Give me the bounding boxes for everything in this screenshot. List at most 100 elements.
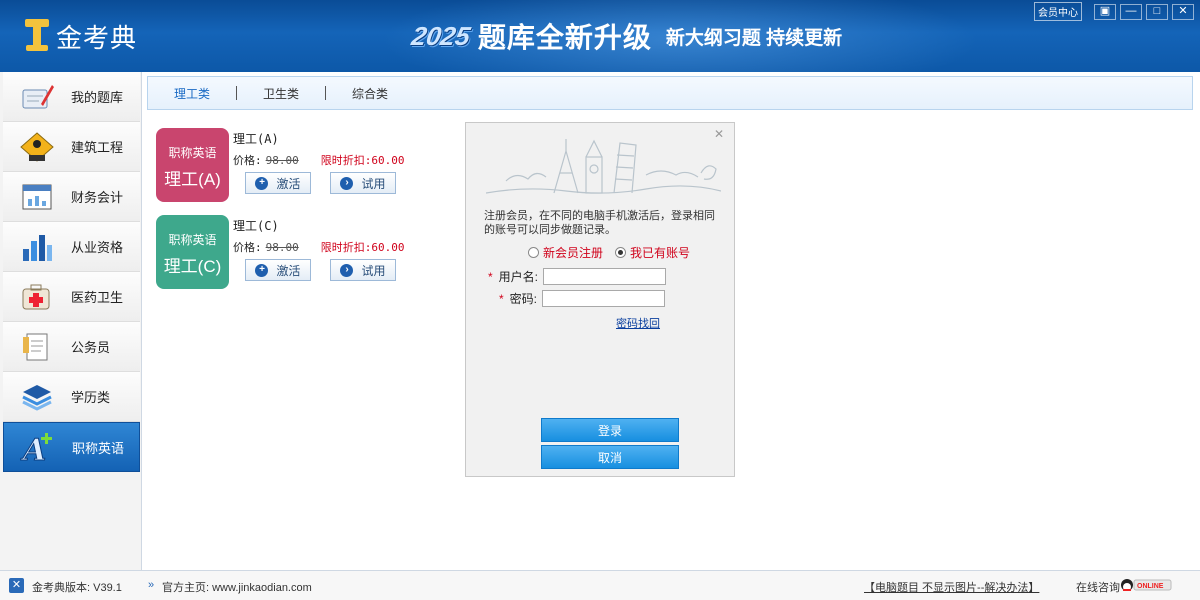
image-help-link[interactable]: 【电脑题目 不显示图片--解决办法】: [864, 579, 1039, 595]
sidebar-item-label: 建筑工程: [71, 140, 124, 155]
radio-existing-account[interactable]: [615, 247, 627, 258]
online-badge-text: ONLINE: [1137, 583, 1164, 590]
badge-line2: 理工(A): [164, 170, 221, 189]
username-label: 用户名:: [498, 270, 539, 284]
slogan-sub: 新大纲习题 持续更新: [665, 27, 843, 49]
calendar-chart-icon: [17, 180, 57, 214]
tab-science-engineering[interactable]: 理工类: [148, 85, 236, 102]
sidebar-item-medical[interactable]: 医药卫生: [3, 272, 140, 322]
bar-chart-icon: [17, 230, 57, 264]
sidebar-item-my-bank[interactable]: 我的题库: [3, 72, 140, 122]
trial-button[interactable]: › 试用: [330, 259, 396, 281]
window-controls: 会员中心 ▣ — □ ✕: [1034, 2, 1194, 21]
badge-line2: 理工(C): [163, 257, 222, 276]
status-bar: ✕ 金考典版本: V39.1 » 官方主页: www.jinkaodian.co…: [0, 570, 1200, 600]
member-center-button[interactable]: 会员中心: [1034, 2, 1082, 21]
slogan-main: 题库全新升级: [477, 22, 652, 53]
sidebar-item-label: 我的题库: [71, 90, 124, 105]
double-chevron-icon: »: [148, 579, 155, 591]
settings-icon[interactable]: ▣: [1094, 3, 1116, 20]
sidebar-item-label: 学历类: [71, 390, 111, 405]
sidebar-item-label: 医药卫生: [71, 290, 124, 305]
letter-a-icon: A: [18, 430, 58, 464]
forgot-password-link[interactable]: 密码找回: [616, 315, 660, 331]
sidebar-item-accounting[interactable]: 财务会计: [3, 172, 140, 222]
construction-sign-icon: [17, 130, 57, 164]
login-dialog: ✕ 注册会员，在不同的电脑手机激活后，登录相同的账号可以同步做题记录。 新会员注…: [465, 122, 735, 477]
landmarks-illustration-icon: [486, 139, 721, 194]
price-old: 98.00: [265, 241, 299, 254]
app-small-icon: ✕: [9, 578, 24, 593]
required-marker: *: [488, 269, 493, 284]
layers-icon: [17, 380, 57, 414]
online-consult-label[interactable]: 在线咨询: [1076, 579, 1120, 595]
sidebar-item-label: 从业资格: [71, 240, 124, 255]
minimize-icon[interactable]: —: [1120, 3, 1142, 20]
discount-label: 限时折扣:: [320, 241, 372, 254]
sidebar-item-qualification[interactable]: 从业资格: [3, 222, 140, 272]
logo-icon: [22, 18, 52, 55]
badge-line1: 职称英语: [168, 146, 217, 160]
cancel-button[interactable]: 取消: [541, 445, 679, 469]
trial-button[interactable]: › 试用: [330, 172, 396, 194]
maximize-icon[interactable]: □: [1146, 3, 1168, 20]
required-marker: *: [499, 291, 504, 306]
qq-online-icon[interactable]: ONLINE: [1120, 578, 1172, 592]
radio-new-member[interactable]: [528, 247, 539, 258]
username-input[interactable]: [543, 268, 667, 285]
medical-kit-icon: [17, 280, 57, 314]
sidebar-item-academic[interactable]: 学历类: [3, 372, 140, 422]
dialog-hint: 注册会员，在不同的电脑手机激活后，登录相同的账号可以同步做题记录。: [484, 210, 715, 236]
product-badge[interactable]: 职称英语 理工(C): [156, 215, 229, 289]
product-card: 职称英语 理工(A) 理工(A) 价格: 98.00 限时折扣:60.00 + 激活 …: [156, 128, 416, 202]
radio-new-member-label[interactable]: 新会员注册: [543, 244, 603, 261]
tab-health[interactable]: 卫生类: [237, 85, 325, 102]
pen-notebook-icon: [17, 80, 57, 114]
discount-price: 60.00: [371, 154, 405, 167]
product-card: 职称英语 理工(C) 理工(C) 价格: 98.00 限时折扣:60.00 + 激活 …: [156, 215, 416, 289]
product-price: 价格: 98.00 限时折扣:60.00: [233, 239, 405, 255]
login-button[interactable]: 登录: [541, 418, 679, 442]
tab-comprehensive[interactable]: 综合类: [326, 85, 414, 102]
play-icon: ›: [340, 263, 354, 277]
product-title: 理工(C): [233, 219, 279, 233]
activate-label: 激活: [276, 176, 301, 191]
slogan-year: 2025: [409, 20, 473, 51]
sidebar-item-title-english[interactable]: A 职称英语: [3, 422, 140, 472]
radio-existing-account-label[interactable]: 我已有账号: [630, 244, 690, 261]
sidebar-item-label: 财务会计: [71, 190, 124, 205]
price-old: 98.00: [265, 154, 299, 167]
price-label: 价格:: [233, 241, 262, 254]
activate-label: 激活: [276, 263, 301, 278]
category-sidebar: 我的题库 建筑工程 财务会计 从业资格 医药卫生 公务员 学历类 A 职称英语: [0, 72, 142, 570]
sidebar-item-civil-servant[interactable]: 公务员: [3, 322, 140, 372]
promo-slogan: 2025 题库全新升级 新大纲习题 持续更新: [409, 16, 843, 56]
activate-button[interactable]: + 激活: [245, 259, 311, 281]
product-price: 价格: 98.00 限时折扣:60.00: [233, 152, 405, 168]
account-type-radios: 新会员注册 我已有账号: [528, 244, 690, 261]
badge-line1: 职称英语: [168, 233, 217, 247]
activate-button[interactable]: + 激活: [245, 172, 311, 194]
plus-icon: +: [255, 263, 269, 277]
password-label: 密码:: [509, 292, 538, 306]
trial-label: 试用: [361, 176, 386, 191]
app-logo: 金考典: [22, 18, 137, 55]
password-row: * 密码:: [499, 290, 666, 307]
plus-icon: +: [255, 176, 269, 190]
sidebar-item-label: 职称英语: [72, 440, 125, 456]
product-title: 理工(A): [233, 132, 279, 146]
discount-label: 限时折扣:: [320, 154, 372, 167]
password-input[interactable]: [542, 290, 666, 307]
trial-label: 试用: [361, 263, 386, 278]
sidebar-item-label: 公务员: [71, 340, 111, 355]
username-row: * 用户名:: [488, 268, 667, 285]
app-name: 金考典: [56, 24, 138, 54]
price-label: 价格:: [233, 154, 262, 167]
sidebar-item-construction[interactable]: 建筑工程: [3, 122, 140, 172]
product-badge[interactable]: 职称英语 理工(A): [156, 128, 229, 202]
discount-price: 60.00: [371, 241, 405, 254]
close-icon[interactable]: ✕: [1172, 3, 1194, 20]
version-text: 金考典版本: V39.1: [32, 582, 122, 594]
title-bar: 金考典 2025 题库全新升级 新大纲习题 持续更新 会员中心 ▣ — □ ✕: [0, 0, 1200, 72]
homepage-link[interactable]: 官方主页: www.jinkaodian.com: [162, 579, 312, 595]
